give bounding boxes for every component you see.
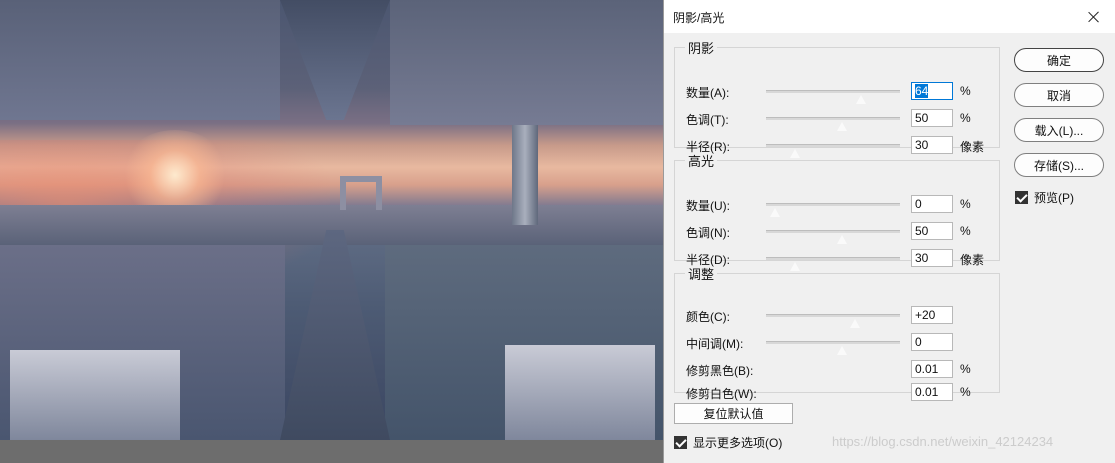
load-button[interactable]: 载入(L)... <box>1014 118 1104 142</box>
shadows-radius-slider[interactable] <box>766 144 900 147</box>
clip-white-input[interactable]: 0.01 <box>911 383 953 401</box>
more-options-checkbox-row[interactable]: 显示更多选项(O) <box>674 434 782 451</box>
highlights-tone-label: 色调(N): <box>686 226 730 240</box>
inverted-road <box>280 0 390 120</box>
highlights-amount-row: 数量(U): 0 % <box>675 195 999 217</box>
shadows-amount-slider[interactable] <box>766 90 900 93</box>
building-front-right <box>505 345 655 440</box>
watermark: https://blog.csdn.net/weixin_42124234 <box>832 434 1054 449</box>
save-button[interactable]: 存储(S)... <box>1014 153 1104 177</box>
tower <box>512 125 538 225</box>
building-front-left <box>10 350 180 440</box>
highlights-tone-unit: % <box>960 224 971 238</box>
shadows-tone-slider[interactable] <box>766 117 900 120</box>
clip-white-label: 修剪白色(W): <box>686 387 757 401</box>
color-label: 颜色(C): <box>686 310 730 324</box>
highlights-legend: 高光 <box>688 154 715 169</box>
clip-black-label: 修剪黑色(B): <box>686 364 754 378</box>
highlights-group: 高光 数量(U): 0 % 色调(N): 50 % 半径(D): 30 像素 <box>674 151 1000 271</box>
adjustments-group: 调整 颜色(C): +20 中间调(M): 0 修剪黑色(B): 0.01 % … <box>674 264 1000 401</box>
shadows-group: 阴影 数量(A): 64 % 色调(T): 50 % 半径(R): 30 像素 <box>674 38 1000 158</box>
shadows-tone-slider-thumb[interactable] <box>837 121 847 131</box>
midtone-row: 中间调(M): 0 <box>675 333 999 355</box>
close-button[interactable] <box>1079 4 1109 29</box>
shadows-tone-label: 色调(T): <box>686 113 729 127</box>
shadows-tone-row: 色调(T): 50 % <box>675 109 999 131</box>
close-icon <box>1088 11 1100 23</box>
highlights-tone-row: 色调(N): 50 % <box>675 222 999 244</box>
ok-button[interactable]: 确定 <box>1014 48 1104 72</box>
more-options-label: 显示更多选项(O) <box>693 436 783 450</box>
midtone-label: 中间调(M): <box>686 337 744 351</box>
shadows-tone-unit: % <box>960 111 971 125</box>
midtone-slider[interactable] <box>766 341 900 344</box>
shadows-amount-row: 数量(A): 64 % <box>675 82 999 104</box>
color-input[interactable]: +20 <box>911 306 953 324</box>
shadows-highlights-dialog: 阴影/高光 阴影 数量(A): 64 % 色调(T): 50 % 半径(R): … <box>663 0 1115 463</box>
clip-black-unit: % <box>960 362 971 376</box>
color-row: 颜色(C): +20 <box>675 306 999 328</box>
preview-label: 预览(P) <box>1034 191 1074 205</box>
highlights-amount-slider[interactable] <box>766 203 900 206</box>
adjustments-legend: 调整 <box>688 267 715 282</box>
shadows-amount-input[interactable]: 64 <box>911 82 953 100</box>
shadows-amount-label: 数量(A): <box>686 86 730 100</box>
reset-defaults-button[interactable]: 复位默认值 <box>674 403 793 424</box>
highlights-amount-label: 数量(U): <box>686 199 730 213</box>
clip-white-row: 修剪白色(W): 0.01 % <box>675 383 999 403</box>
shadows-amount-slider-thumb[interactable] <box>856 94 866 104</box>
clip-black-row: 修剪黑色(B): 0.01 % <box>675 360 999 380</box>
title-bar: 阴影/高光 <box>664 0 1115 33</box>
background-photo <box>0 0 663 440</box>
shadows-tone-input[interactable]: 50 <box>911 109 953 127</box>
highlights-amount-unit: % <box>960 197 971 211</box>
midtone-input[interactable]: 0 <box>911 333 953 351</box>
color-slider[interactable] <box>766 314 900 317</box>
shadows-legend: 阴影 <box>688 41 715 56</box>
highlights-amount-input[interactable]: 0 <box>911 195 953 213</box>
highlights-amount-slider-thumb[interactable] <box>770 207 780 217</box>
clip-white-unit: % <box>960 385 971 399</box>
inverted-buildings-left <box>0 0 280 120</box>
highlights-tone-slider-thumb[interactable] <box>837 234 847 244</box>
midtone-slider-thumb[interactable] <box>837 345 847 355</box>
highlights-radius-slider[interactable] <box>766 257 900 260</box>
dialog-title: 阴影/高光 <box>673 11 725 25</box>
cancel-button[interactable]: 取消 <box>1014 83 1104 107</box>
inverted-buildings-right <box>390 0 663 125</box>
more-options-checkbox[interactable] <box>674 436 687 449</box>
grande-arche <box>340 176 382 210</box>
clip-black-input[interactable]: 0.01 <box>911 360 953 378</box>
shadows-amount-unit: % <box>960 84 971 98</box>
preview-checkbox[interactable] <box>1015 191 1028 204</box>
color-slider-thumb[interactable] <box>850 318 860 328</box>
highlights-tone-input[interactable]: 50 <box>911 222 953 240</box>
highlights-tone-slider[interactable] <box>766 230 900 233</box>
preview-checkbox-row[interactable]: 预览(P) <box>1015 189 1074 206</box>
